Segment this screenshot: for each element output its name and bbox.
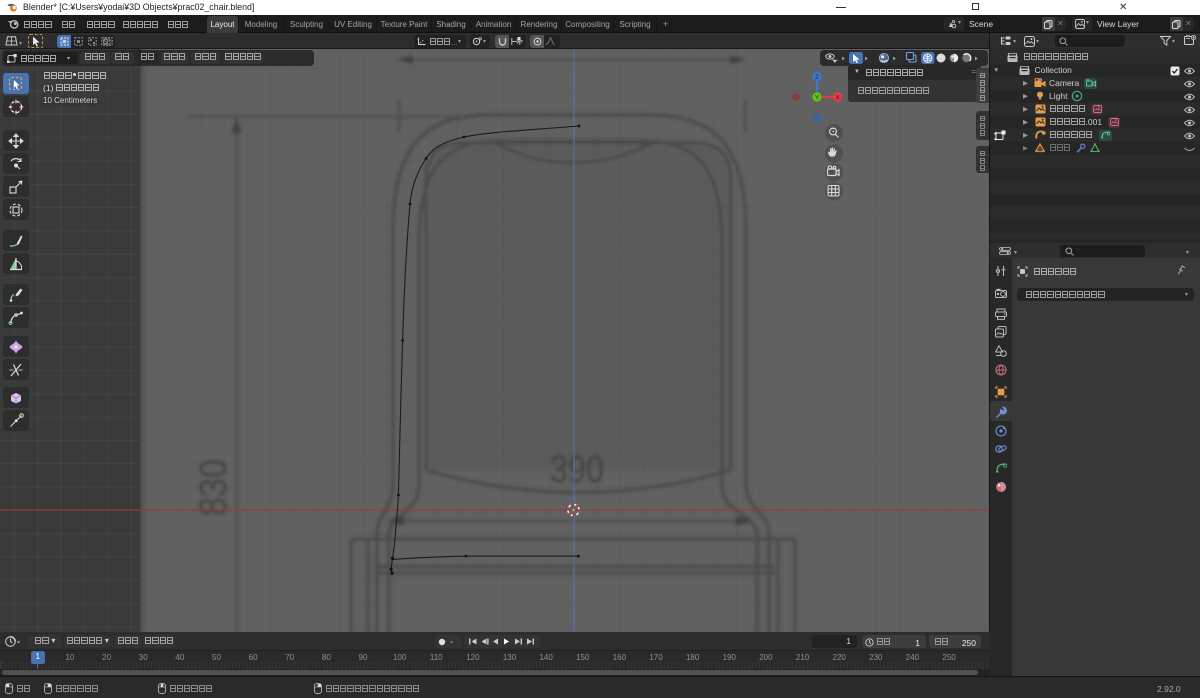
svg-text:X: X — [835, 95, 840, 102]
svg-text:390: 390 — [550, 449, 604, 491]
svg-text:Z: Z — [815, 74, 819, 81]
svg-text:830: 830 — [193, 459, 235, 516]
svg-text:Y: Y — [815, 95, 820, 102]
